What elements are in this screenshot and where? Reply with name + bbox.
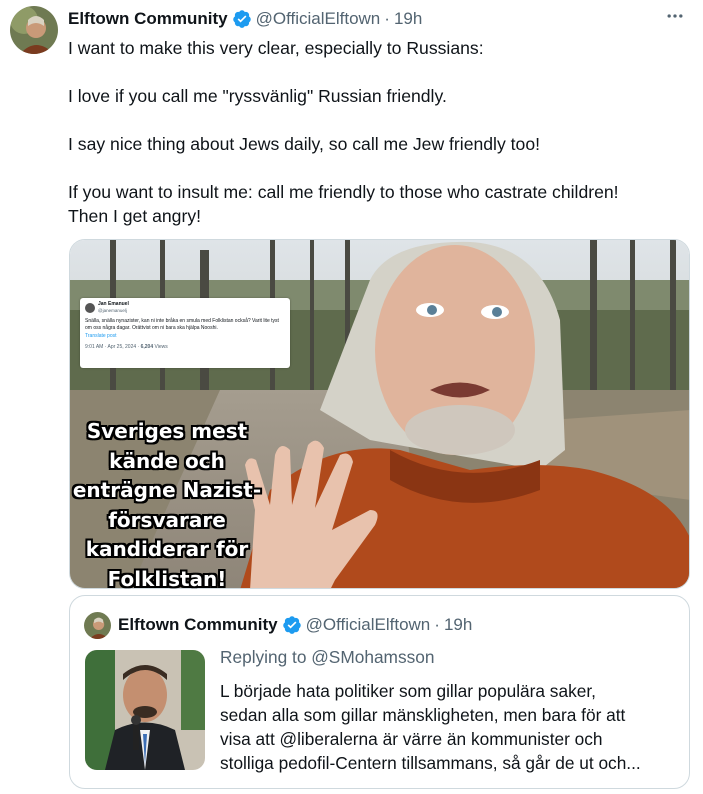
quoted-line: visa att @liberalerna är värre än kommun…: [220, 729, 603, 749]
author-handle[interactable]: @OfficialElftown: [256, 9, 381, 29]
quoted-author-handle[interactable]: @OfficialElftown: [306, 615, 431, 635]
author-name[interactable]: Elftown Community: [68, 9, 228, 29]
tweet-header: Elftown Community @OfficialElftown · 19h: [68, 8, 643, 30]
tweet-line: If you want to insult me: call me friend…: [68, 182, 619, 202]
overlay-line: kandiderar för: [85, 537, 249, 561]
tweet-line: Then I get angry!: [68, 206, 202, 226]
tweet-line: I want to make this very clear, especial…: [68, 38, 484, 58]
embedded-translate: Translate post: [85, 333, 117, 339]
tweet-line: I love if you call me "ryssvänlig" Russi…: [68, 86, 447, 106]
quoted-line: L började hata politiker som gillar popu…: [220, 681, 596, 701]
author-avatar[interactable]: [10, 6, 58, 54]
tweet-line: I say nice thing about Jews daily, so ca…: [68, 134, 540, 154]
overlay-line: enträgne Nazist-: [72, 478, 262, 502]
quoted-media-image[interactable]: [85, 650, 205, 770]
more-icon[interactable]: [661, 6, 689, 30]
overlay-line: Folklistan!: [107, 566, 227, 591]
tweet-time[interactable]: 19h: [394, 9, 422, 29]
quoted-author-avatar[interactable]: [84, 612, 111, 639]
tweet-text: I want to make this very clear, especial…: [68, 36, 688, 228]
quoted-time[interactable]: 19h: [444, 615, 472, 635]
quoted-tweet[interactable]: Elftown Community @OfficialElftown · 19h…: [69, 595, 690, 789]
overlay-line: Sveriges mest: [86, 419, 248, 443]
quoted-author-name[interactable]: Elftown Community: [118, 615, 278, 635]
quoted-header: Elftown Community @OfficialElftown · 19h: [118, 614, 679, 636]
quoted-text: L började hata politiker som gillar popu…: [220, 679, 682, 775]
embedded-avatar: [85, 302, 95, 313]
quoted-line: sedan alla som gillar mänskligheten, men…: [220, 705, 626, 725]
embedded-meta: 9:01 AM · Apr 25, 2024 · 6,204 Views: [85, 343, 168, 350]
quoted-line: stolliga pedofil-Centern tillsammans, så…: [220, 753, 641, 773]
overlay-line: försvarare: [108, 507, 226, 532]
embedded-handle: @janemanuelj: [98, 307, 127, 313]
embedded-post-screenshot: Jan Emanuel @janemanuelj Snälla, snälla …: [80, 298, 290, 368]
embedded-body: Snälla, snälla nynazister, kan ni inte b…: [85, 318, 279, 331]
replying-to[interactable]: Replying to @SMohamsson: [220, 646, 434, 669]
embedded-name: Jan Emanuel: [98, 301, 129, 307]
overlay-line: kände och: [109, 448, 225, 473]
verified-badge-icon: [232, 9, 252, 29]
media-overlay-caption: Sveriges mest kände och enträgne Nazist-…: [72, 417, 262, 594]
separator-dot: ·: [434, 615, 440, 634]
verified-badge-icon: [282, 615, 302, 635]
separator-dot: ·: [384, 9, 390, 28]
